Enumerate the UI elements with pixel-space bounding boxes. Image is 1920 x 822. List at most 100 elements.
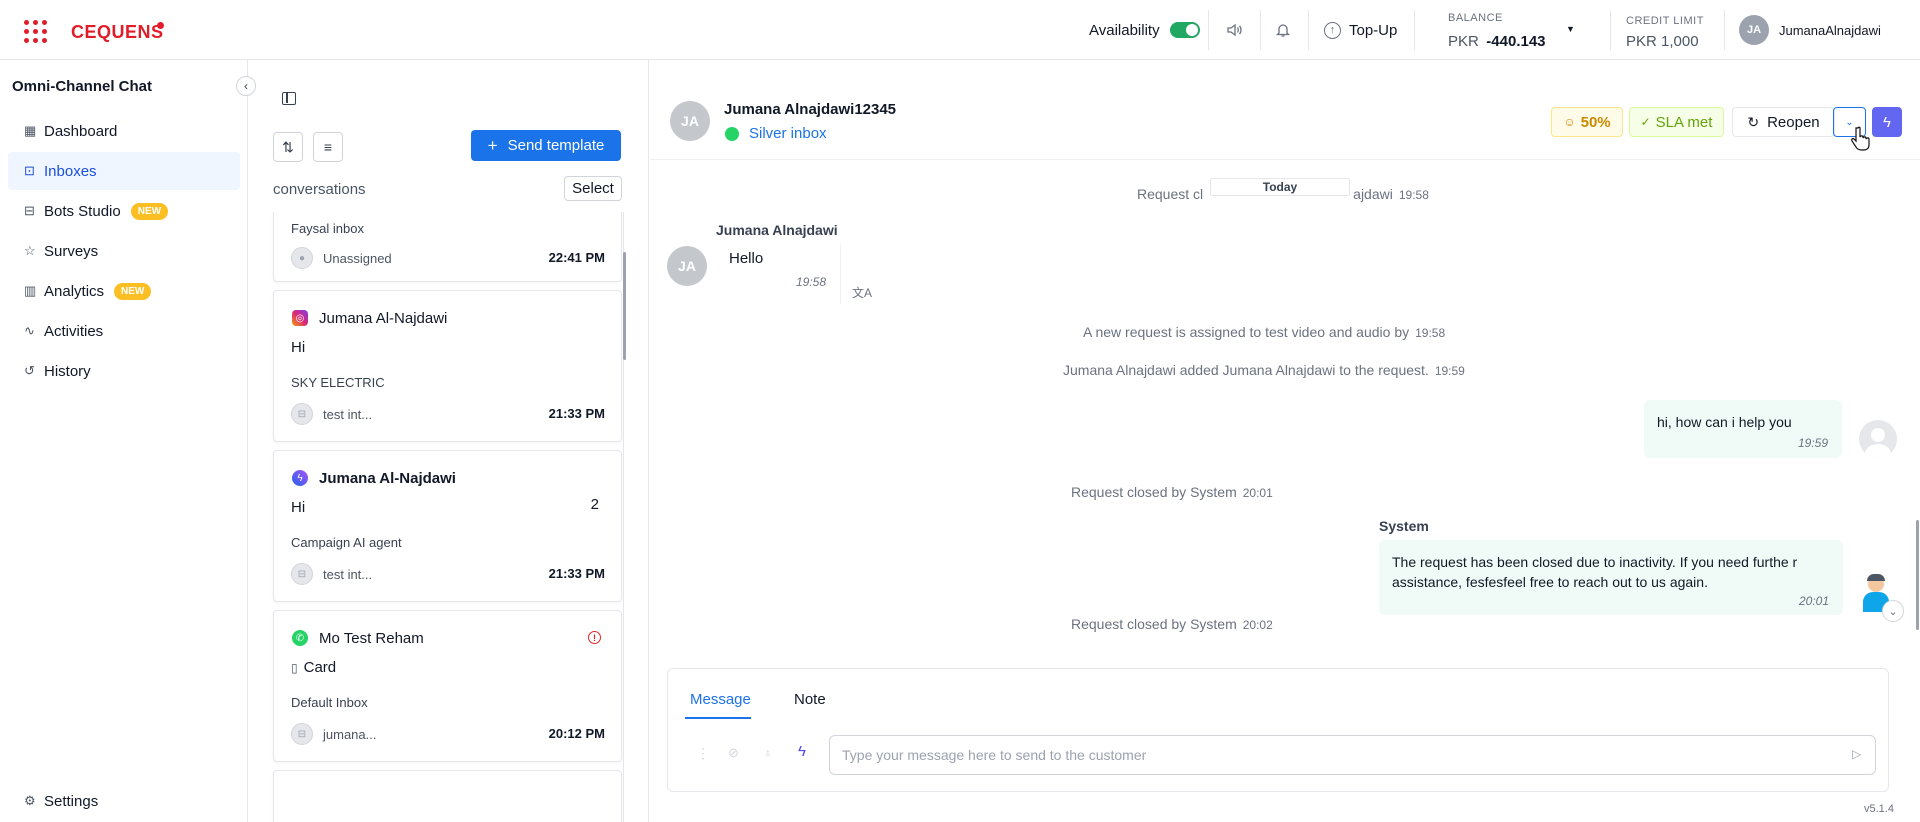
caret-down-icon[interactable]: ▼	[1566, 24, 1575, 34]
message-input[interactable]: Type your message here to send to the cu…	[829, 735, 1876, 775]
messenger-icon: ϟ	[292, 470, 308, 486]
send-template-label: Send template	[507, 137, 605, 154]
panel-toggle-icon[interactable]	[282, 92, 296, 105]
microphone-icon[interactable]: ♁	[763, 745, 773, 760]
lightning-icon[interactable]: ϟ	[798, 743, 806, 760]
conversation-name: Jumana Al-Najdawi	[319, 470, 456, 487]
conversation-message-row: ▯ Card	[291, 659, 336, 676]
quick-actions-button[interactable]: ϟ	[1872, 107, 1902, 137]
message-list: Request cl ajdawi 19:58 Today Jumana Alnaj…	[650, 162, 1905, 662]
sidebar-item-label: Analytics	[44, 282, 105, 300]
conversation-inbox: Campaign AI agent	[291, 535, 402, 550]
csat-value: 50%	[1580, 113, 1611, 131]
tab-note[interactable]: Note	[794, 691, 826, 708]
conversation-scrollbar[interactable]	[623, 252, 626, 360]
tab-message[interactable]: Message	[690, 691, 751, 708]
user-name: JumanaAlnajdawi	[1779, 22, 1881, 38]
conversation-agent: ⊟ test int...	[291, 403, 372, 425]
reopen-button[interactable]: ↻ Reopen	[1732, 107, 1835, 137]
message-sender: System	[1379, 518, 1429, 534]
agent-name: test int...	[323, 566, 373, 582]
chart-icon: ▥	[24, 283, 37, 298]
conversation-list: Faysal inbox ● Unassigned 22:41 PM ◎ Jum…	[249, 212, 649, 822]
date-divider: Today	[1210, 178, 1350, 196]
system-event: Request closed by System 20:01	[1071, 484, 1273, 500]
sidebar-item-settings[interactable]: ⚙ Settings	[8, 782, 240, 820]
collapse-sidebar-button[interactable]: ‹	[236, 76, 256, 96]
active-tab-indicator	[685, 717, 751, 719]
filter-button[interactable]: ≡	[313, 132, 343, 162]
incoming-message: Hello 19:58	[716, 244, 841, 304]
scroll-down-button[interactable]: ⌄	[1882, 600, 1904, 622]
sidebar: Omni-Channel Chat ‹ ▦ Dashboard ⊡ Inboxe…	[0, 60, 256, 822]
topup-button[interactable]: ↑ Top-Up	[1324, 0, 1397, 60]
balance-widget[interactable]: BALANCE PKR -440.143	[1448, 12, 1546, 51]
sidebar-item-inboxes[interactable]: ⊡ Inboxes	[8, 152, 240, 190]
conversation-card[interactable]	[273, 770, 622, 822]
system-event: Jumana Alnajdawi added Jumana Alnajdawi …	[1063, 362, 1465, 378]
instagram-icon: ◎	[292, 310, 308, 326]
balance-value: -440.143	[1486, 33, 1546, 50]
dashboard-icon: ▦	[24, 123, 37, 138]
sort-button[interactable]: ⇅	[273, 132, 303, 162]
event-text: Request closed by System	[1071, 616, 1237, 632]
credit-limit-value: PKR 1,000	[1626, 33, 1699, 50]
star-icon: ☆	[24, 243, 36, 258]
message-sender: Jumana Alnajdawi	[716, 222, 838, 238]
message-time: 19:58	[795, 275, 826, 289]
sidebar-item-history[interactable]: ↺ History	[8, 352, 240, 390]
sort-icon: ⇅	[282, 138, 294, 155]
send-template-button[interactable]: + Send template	[471, 130, 621, 161]
availability-control[interactable]: Availability	[1089, 0, 1200, 60]
agent-name: jumana...	[323, 726, 377, 742]
attachment-icon[interactable]: ⊘	[728, 745, 739, 761]
agent-name: test int...	[323, 406, 373, 422]
conversation-agent: ⊟ test int...	[291, 563, 372, 585]
conversation-card[interactable]: Faysal inbox ● Unassigned 22:41 PM	[273, 212, 622, 282]
user-menu[interactable]: JA JumanaAlnajdawi	[1739, 15, 1881, 45]
event-time: 20:01	[1242, 486, 1273, 500]
conversation-time: 20:12 PM	[548, 726, 605, 741]
sidebar-item-label: Activities	[44, 322, 104, 340]
conversation-inbox: Default Inbox	[291, 695, 368, 710]
event-text: ajdawi	[1353, 186, 1393, 202]
contact-inbox[interactable]: Silver inbox	[725, 125, 827, 142]
balance-label: BALANCE	[1448, 12, 1503, 24]
sla-badge: ✓ SLA met	[1629, 107, 1724, 137]
chevron-left-icon: ‹	[244, 79, 248, 93]
lightning-icon: ϟ	[1883, 113, 1891, 131]
conversation-card[interactable]: ✆ Mo Test Reham ! ▯ Card Default Inbox ⊟…	[273, 610, 622, 762]
send-icon[interactable]: ▷	[1852, 747, 1861, 761]
availability-label: Availability	[1089, 21, 1160, 39]
sidebar-item-dashboard[interactable]: ▦ Dashboard	[8, 112, 240, 150]
sidebar-item-activities[interactable]: ∿ Activities	[8, 312, 240, 350]
event-text: Request cl	[1137, 186, 1204, 202]
divider	[1610, 10, 1611, 50]
topup-label: Top-Up	[1349, 21, 1398, 39]
message-text: hi, how can i help you	[1657, 414, 1792, 430]
sound-icon[interactable]	[1225, 0, 1243, 60]
select-button[interactable]: Select	[564, 176, 622, 201]
conversation-message: Card	[303, 659, 337, 676]
translate-icon[interactable]: 文A	[852, 284, 872, 301]
conversations-label: conversations	[273, 181, 366, 198]
conversation-card[interactable]: ◎ Jumana Al-Najdawi Hi SKY ELECTRIC ⊟ te…	[273, 290, 622, 442]
gear-icon: ⚙	[24, 793, 36, 808]
event-text: Jumana Alnajdawi added Jumana Alnajdawi …	[1063, 362, 1429, 378]
apps-grid-icon[interactable]	[24, 20, 48, 44]
chat-scrollbar[interactable]	[1916, 520, 1919, 630]
sidebar-item-surveys[interactable]: ☆ Surveys	[8, 232, 240, 270]
availability-toggle[interactable]	[1169, 22, 1200, 38]
inbox-link[interactable]: Silver inbox	[749, 125, 827, 142]
conversation-name: Jumana Al-Najdawi	[319, 310, 448, 327]
sidebar-item-bots-studio[interactable]: ⊟ Bots Studio NEW	[8, 192, 240, 230]
conversation-card[interactable]: ϟ Jumana Al-Najdawi Hi 2 Campaign AI age…	[273, 450, 622, 602]
more-icon[interactable]: ⋮	[696, 745, 710, 762]
conversation-message: Hi	[291, 499, 306, 516]
message-text: Hello	[729, 250, 764, 267]
app-version: v5.1.4	[1864, 803, 1894, 815]
divider	[1208, 10, 1209, 50]
bell-icon[interactable]	[1274, 0, 1292, 60]
csat-badge: ☺ 50%	[1551, 107, 1623, 137]
sidebar-item-analytics[interactable]: ▥ Analytics NEW	[8, 272, 240, 310]
